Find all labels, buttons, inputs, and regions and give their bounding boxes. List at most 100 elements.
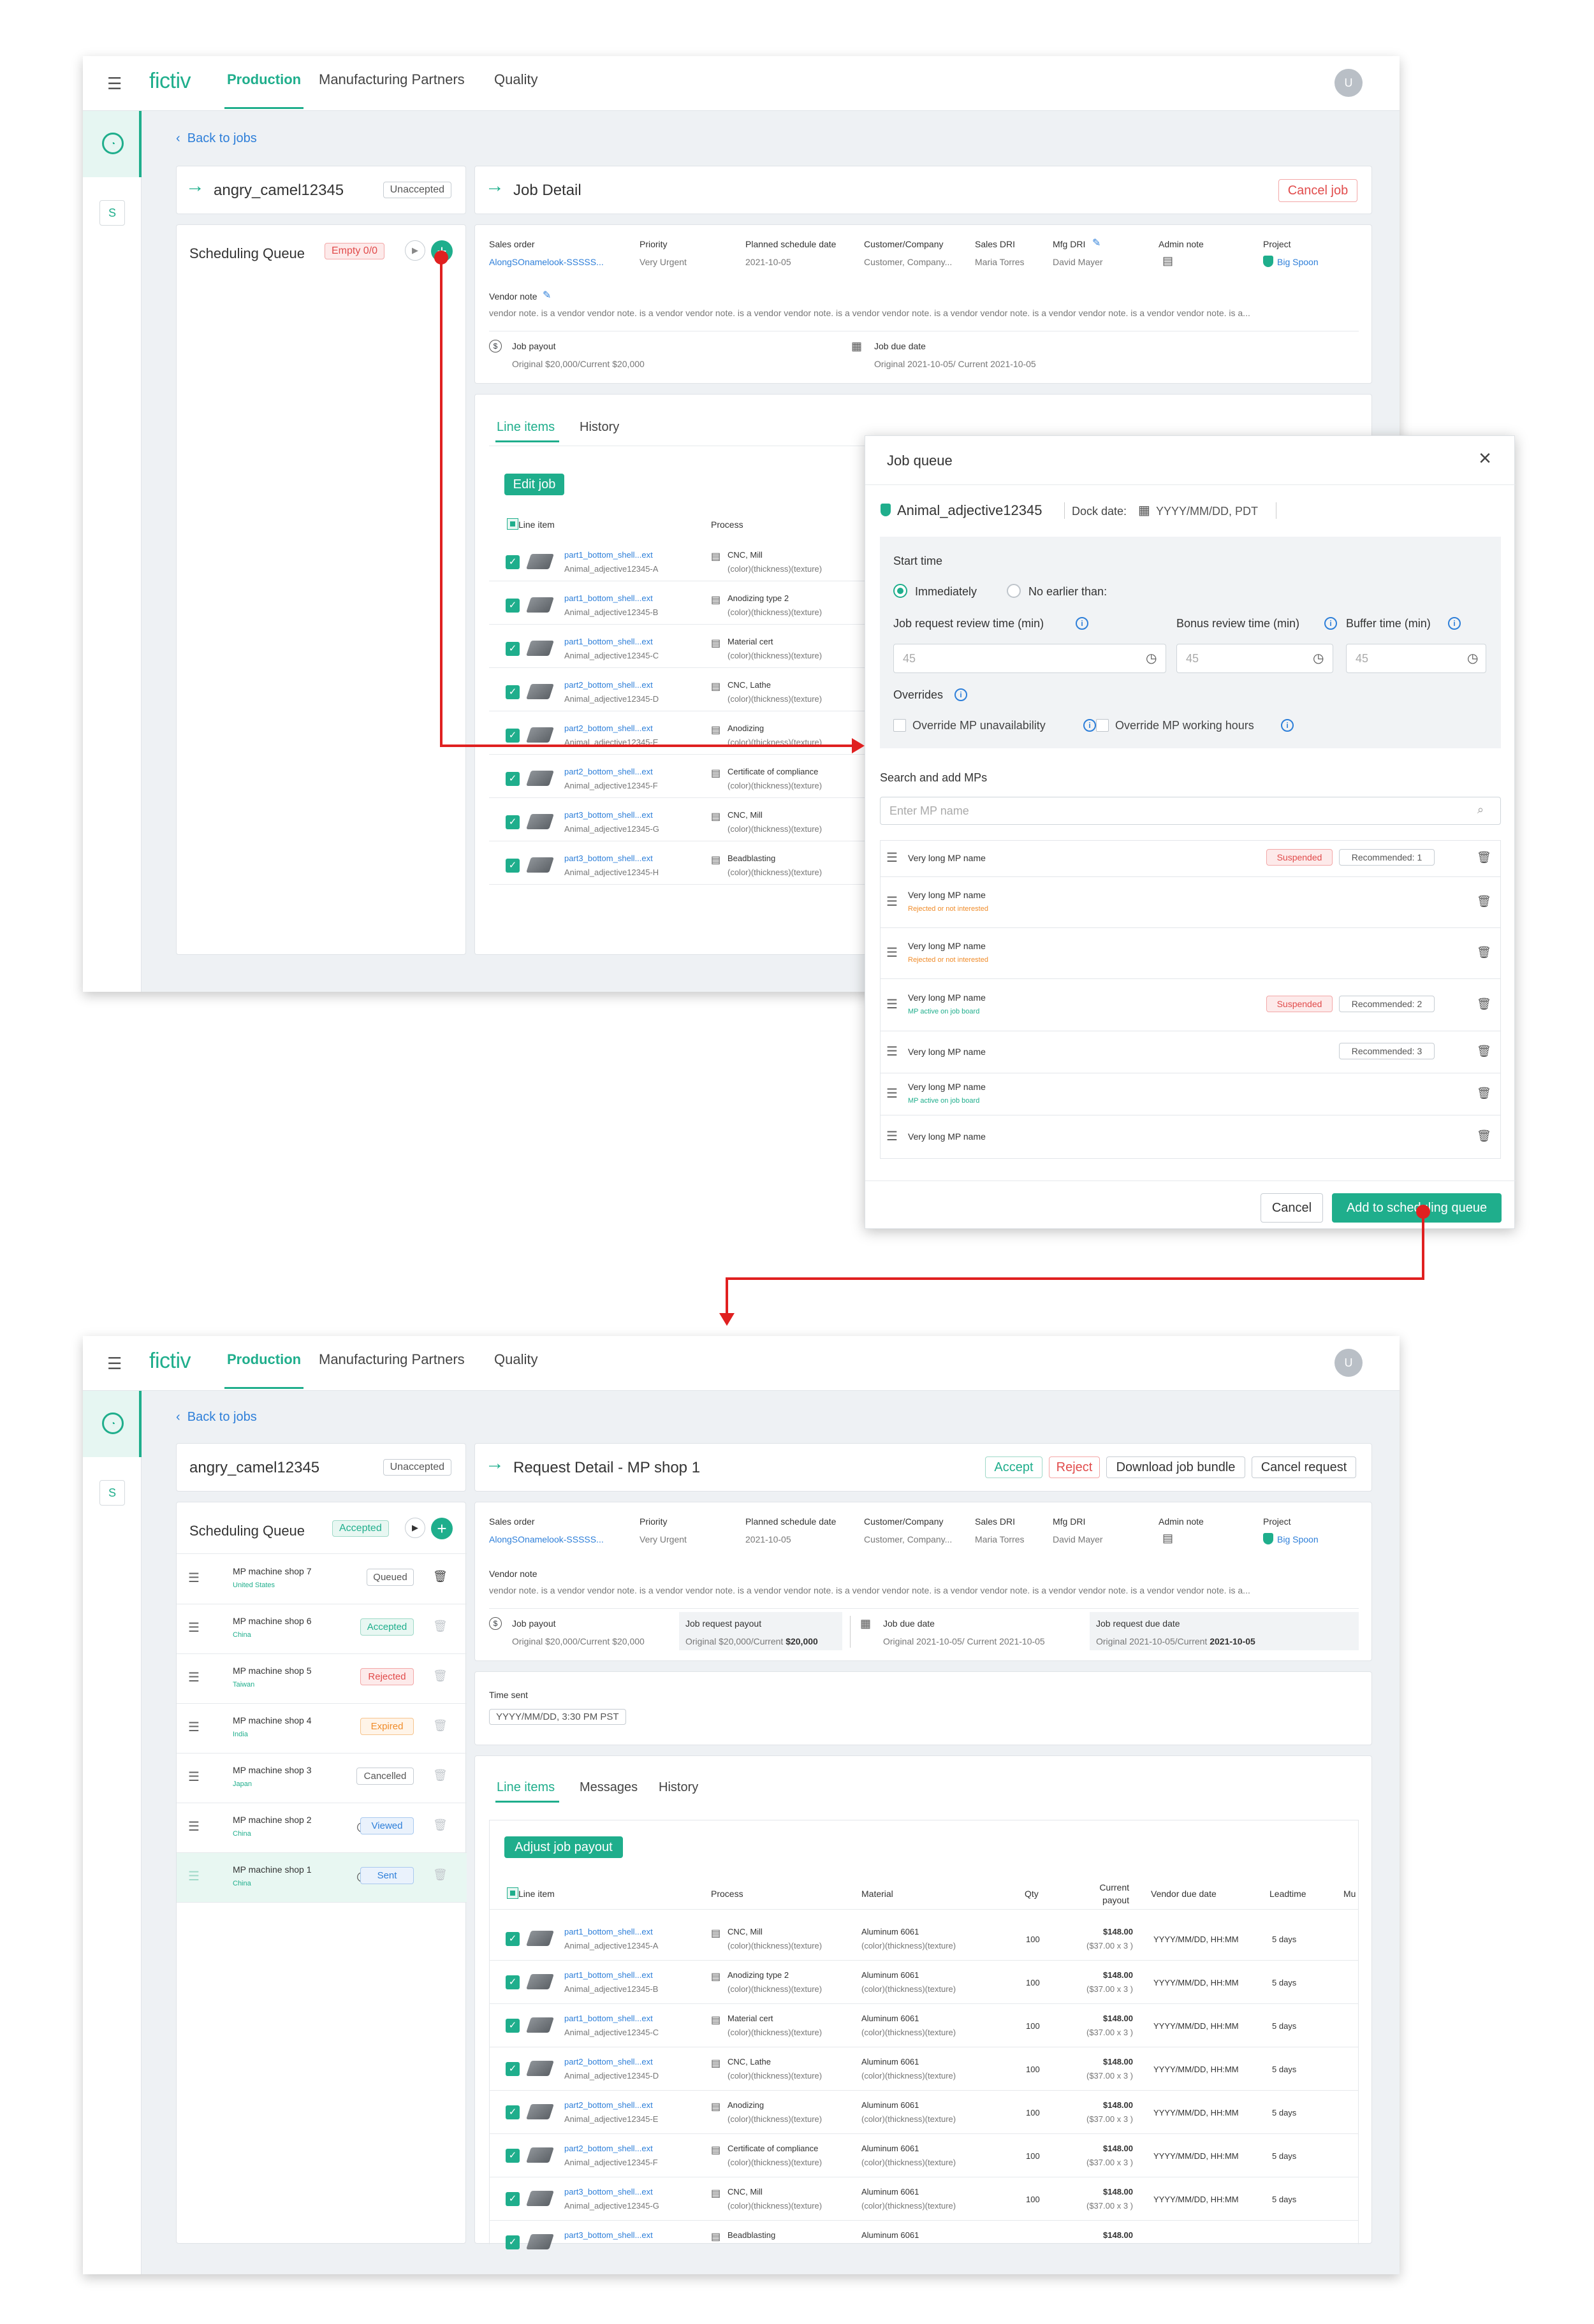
cancel-job-button[interactable]: Cancel job (1278, 179, 1357, 202)
queue-row[interactable]: ☰ MP machine shop 6 China Accepted 🗑 (177, 1604, 467, 1654)
review-time-input[interactable]: 45 (893, 644, 1166, 673)
part-name-link[interactable]: part2_bottom_shell...ext (564, 767, 653, 776)
nav-production[interactable]: Production (227, 71, 301, 88)
clipboard-icon[interactable]: ▤ (1162, 1532, 1173, 1545)
queue-row[interactable]: ☰ MP machine shop 7 United States Queued 🗑 (177, 1555, 467, 1604)
edit-pencil-icon[interactable]: ✎ (543, 289, 551, 301)
drag-handle-icon[interactable]: ☰ (188, 1570, 200, 1586)
drag-handle-icon[interactable]: ☰ (188, 1620, 200, 1636)
drag-handle-icon[interactable]: ☰ (188, 1868, 200, 1884)
part-name-link[interactable]: part3_bottom_shell...ext (564, 853, 653, 863)
trash-icon[interactable]: 🗑 (433, 1868, 448, 1882)
trash-icon[interactable]: 🗑 (433, 1769, 448, 1782)
drag-handle-icon[interactable]: ☰ (886, 1086, 900, 1101)
buffer-time-input[interactable]: 45 (1346, 644, 1486, 673)
part-name-link[interactable]: part3_bottom_shell...ext (564, 810, 653, 820)
tab-line-items[interactable]: Line items (497, 420, 555, 435)
mp-row[interactable]: ☰ Very long MP name MP active on job board… (880, 1073, 1501, 1115)
row-checkbox[interactable]: ✓ (506, 772, 520, 786)
download-bundle-button[interactable]: Download job bundle (1106, 1456, 1245, 1478)
mp-row[interactable]: ☰ Very long MP name MP active on job board… (880, 979, 1501, 1031)
mp-row[interactable]: ☰ Very long MP name Rejected or not intere… (880, 877, 1501, 928)
info-icon[interactable]: i (1281, 719, 1294, 732)
row-checkbox[interactable]: ✓ (506, 2019, 520, 2033)
cancel-button[interactable]: Cancel (1261, 1193, 1323, 1223)
trash-icon[interactable]: 🗑 (433, 1719, 448, 1732)
edit-pencil-icon[interactable]: ✎ (1092, 236, 1100, 249)
trash-icon[interactable]: 🗑 (1477, 946, 1491, 959)
row-checkbox[interactable]: ✓ (506, 2105, 520, 2119)
avatar[interactable]: U (1334, 1349, 1363, 1377)
close-icon[interactable]: × (1479, 446, 1491, 471)
trash-icon[interactable]: 🗑 (433, 1570, 448, 1583)
edit-job-button[interactable]: Edit job (504, 474, 564, 495)
back-to-jobs-link[interactable]: ‹ Back to jobs (176, 131, 257, 146)
queue-row[interactable]: ☰MP machine shop 1China◷Sent🗑 (177, 1853, 467, 1903)
trash-icon[interactable]: 🗑 (1477, 1045, 1491, 1058)
info-icon[interactable]: i (954, 688, 967, 701)
row-checkbox[interactable]: ✓ (506, 685, 520, 699)
immediately-radio[interactable] (893, 584, 907, 598)
drag-handle-icon[interactable]: ☰ (886, 945, 900, 961)
project-link[interactable]: Big Spoon (1277, 257, 1319, 267)
trash-icon[interactable]: 🗑 (1477, 895, 1491, 908)
drag-handle-icon[interactable]: ☰ (188, 1669, 200, 1685)
row-checkbox[interactable]: ✓ (506, 2192, 520, 2206)
drag-handle-icon[interactable]: ☰ (886, 1128, 900, 1144)
part-name-link[interactable]: part2_bottom_shell...ext (564, 680, 653, 690)
row-checkbox[interactable]: ✓ (506, 729, 520, 743)
avatar[interactable]: U (1334, 69, 1363, 97)
queue-row[interactable]: ☰ MP machine shop 3 Japan Cancelled 🗑 (177, 1754, 467, 1803)
accept-button[interactable]: Accept (985, 1456, 1042, 1478)
sales-order-link[interactable]: AlongSOnamelook-SSSSS... (489, 1534, 604, 1544)
row-checkbox[interactable]: ✓ (506, 859, 520, 873)
row-checkbox[interactable]: ✓ (506, 599, 520, 613)
trash-icon[interactable]: 🗑 (433, 1819, 448, 1832)
override-hours-checkbox[interactable] (1096, 719, 1109, 732)
row-checkbox[interactable]: ✓ (506, 2062, 520, 2076)
info-icon[interactable]: i (1324, 617, 1337, 630)
nav-manufacturing-partners[interactable]: Manufacturing Partners (319, 1351, 465, 1368)
drag-handle-icon[interactable]: ☰ (886, 850, 900, 866)
nav-quality[interactable]: Quality (494, 1351, 537, 1368)
trash-icon[interactable]: 🗑 (1477, 1129, 1491, 1143)
nav-production[interactable]: Production (227, 1351, 301, 1368)
trash-icon[interactable]: 🗑 (433, 1620, 448, 1633)
nav-manufacturing-partners[interactable]: Manufacturing Partners (319, 71, 465, 88)
rail-s-button[interactable]: S (99, 200, 125, 226)
tab-history[interactable]: History (659, 1780, 698, 1795)
part-name-link[interactable]: part2_bottom_shell...ext (564, 723, 653, 733)
play-icon[interactable]: ▶ (405, 1518, 425, 1538)
part-name-link[interactable]: part3_bottom_shell...ext (564, 2187, 653, 2197)
row-checkbox[interactable]: ✓ (506, 2235, 520, 2249)
row-checkbox[interactable]: ✓ (506, 1975, 520, 1989)
no-earlier-radio[interactable] (1007, 584, 1021, 598)
drag-handle-icon[interactable]: ☰ (886, 894, 900, 910)
info-icon[interactable]: i (1076, 617, 1088, 630)
nav-quality[interactable]: Quality (494, 71, 537, 88)
row-checkbox[interactable]: ✓ (506, 642, 520, 656)
tab-line-items[interactable]: Line items (497, 1780, 555, 1795)
add-queue-button[interactable]: + (431, 1518, 453, 1539)
part-name-link[interactable]: part2_bottom_shell...ext (564, 2144, 653, 2153)
part-name-link[interactable]: part1_bottom_shell...ext (564, 593, 653, 603)
trash-icon[interactable]: 🗑 (1477, 998, 1491, 1011)
part-name-link[interactable]: part1_bottom_shell...ext (564, 1927, 653, 1936)
menu-icon[interactable]: ☰ (107, 75, 125, 92)
drag-handle-icon[interactable]: ☰ (886, 1043, 900, 1059)
select-all-checkbox[interactable] (507, 1887, 518, 1899)
reject-button[interactable]: Reject (1049, 1456, 1100, 1478)
select-all-checkbox[interactable] (507, 518, 518, 530)
info-icon[interactable]: i (1083, 719, 1096, 732)
mp-row[interactable]: ☰ Very long MP name Rejected or not intere… (880, 928, 1501, 979)
queue-row[interactable]: ☰ MP machine shop 4 India Expired 🗑 (177, 1704, 467, 1754)
part-name-link[interactable]: part1_bottom_shell...ext (564, 550, 653, 560)
row-checkbox[interactable]: ✓ (506, 815, 520, 829)
tab-history[interactable]: History (580, 420, 619, 435)
bonus-time-input[interactable]: 45 (1176, 644, 1333, 673)
project-link[interactable]: Big Spoon (1277, 1534, 1319, 1544)
override-unavailability-checkbox[interactable] (893, 719, 906, 732)
mp-row[interactable]: ☰ Very long MP name 🗑 (880, 1115, 1501, 1159)
mp-search-input[interactable]: Enter MP name (880, 797, 1501, 825)
trash-icon[interactable]: 🗑 (1477, 1087, 1491, 1100)
